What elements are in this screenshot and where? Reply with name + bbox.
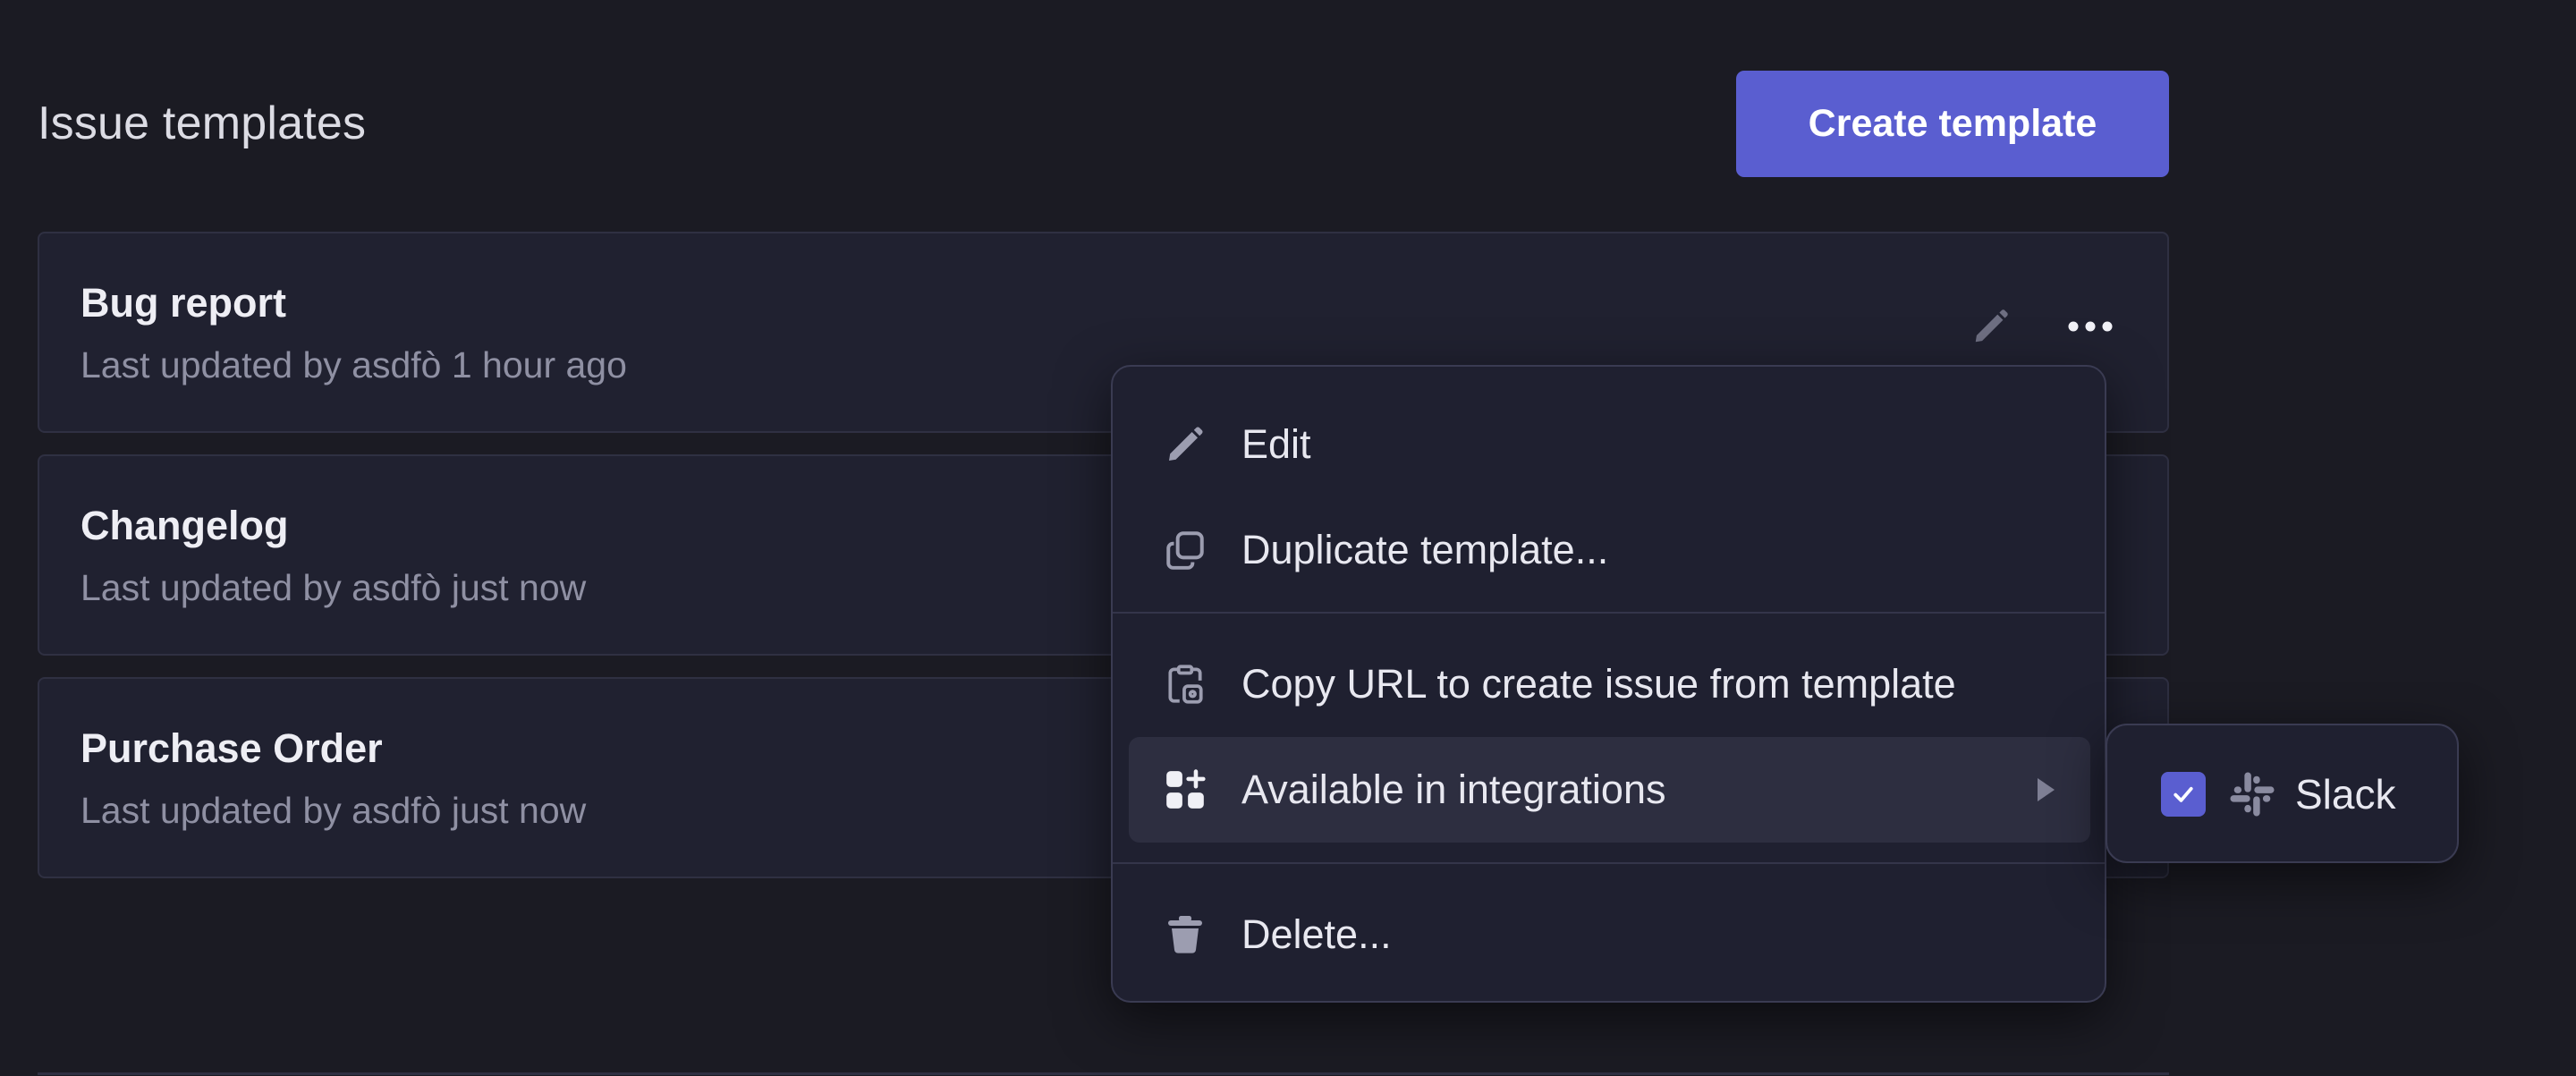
- menu-item-edit[interactable]: Edit: [1129, 392, 2090, 497]
- template-name: Changelog: [80, 503, 289, 548]
- menu-item-label: Copy URL to create issue from template: [1241, 661, 1956, 707]
- trash-icon: [1161, 911, 1209, 959]
- menu-item-label: Duplicate template...: [1241, 527, 1609, 572]
- template-name: Bug report: [80, 280, 286, 326]
- menu-item-label: Delete...: [1241, 911, 1392, 957]
- template-context-menu: Edit Duplicate template... Copy URL to c…: [1111, 365, 2106, 1003]
- menu-separator: [1113, 612, 2105, 614]
- slack-icon: [2227, 769, 2277, 819]
- menu-item-label: Edit: [1241, 421, 1311, 467]
- template-name: Purchase Order: [80, 725, 383, 771]
- menu-item-copy-url[interactable]: Copy URL to create issue from template: [1129, 631, 2090, 737]
- add-app-icon: [1161, 766, 1209, 814]
- slack-checkbox[interactable]: [2161, 772, 2206, 817]
- edit-template-icon[interactable]: [1968, 303, 2014, 350]
- menu-item-delete[interactable]: Delete...: [1129, 882, 2090, 987]
- divider: [38, 1072, 2169, 1075]
- more-options-icon[interactable]: [2061, 303, 2120, 350]
- duplicate-icon: [1161, 526, 1209, 574]
- create-template-button[interactable]: Create template: [1736, 71, 2169, 177]
- menu-item-duplicate[interactable]: Duplicate template...: [1129, 497, 2090, 603]
- templates-settings-page: Issue templates Create template Bug repo…: [0, 0, 2576, 1076]
- template-meta: Last updated by asdfò just now: [80, 790, 587, 831]
- page-title: Issue templates: [38, 97, 367, 149]
- pencil-icon: [1161, 420, 1209, 469]
- menu-item-label: Available in integrations: [1241, 767, 1666, 812]
- template-meta: Last updated by asdfò 1 hour ago: [80, 344, 627, 385]
- menu-item-available-in-integrations[interactable]: Available in integrations: [1129, 737, 2090, 843]
- integrations-submenu: Slack: [2106, 724, 2459, 863]
- clipboard-link-icon: [1161, 660, 1209, 708]
- submenu-arrow-icon: [2038, 778, 2055, 801]
- integration-label: Slack: [2295, 771, 2396, 818]
- menu-separator: [1113, 862, 2105, 864]
- integration-item-slack[interactable]: Slack: [2123, 741, 2443, 847]
- template-meta: Last updated by asdfò just now: [80, 567, 587, 608]
